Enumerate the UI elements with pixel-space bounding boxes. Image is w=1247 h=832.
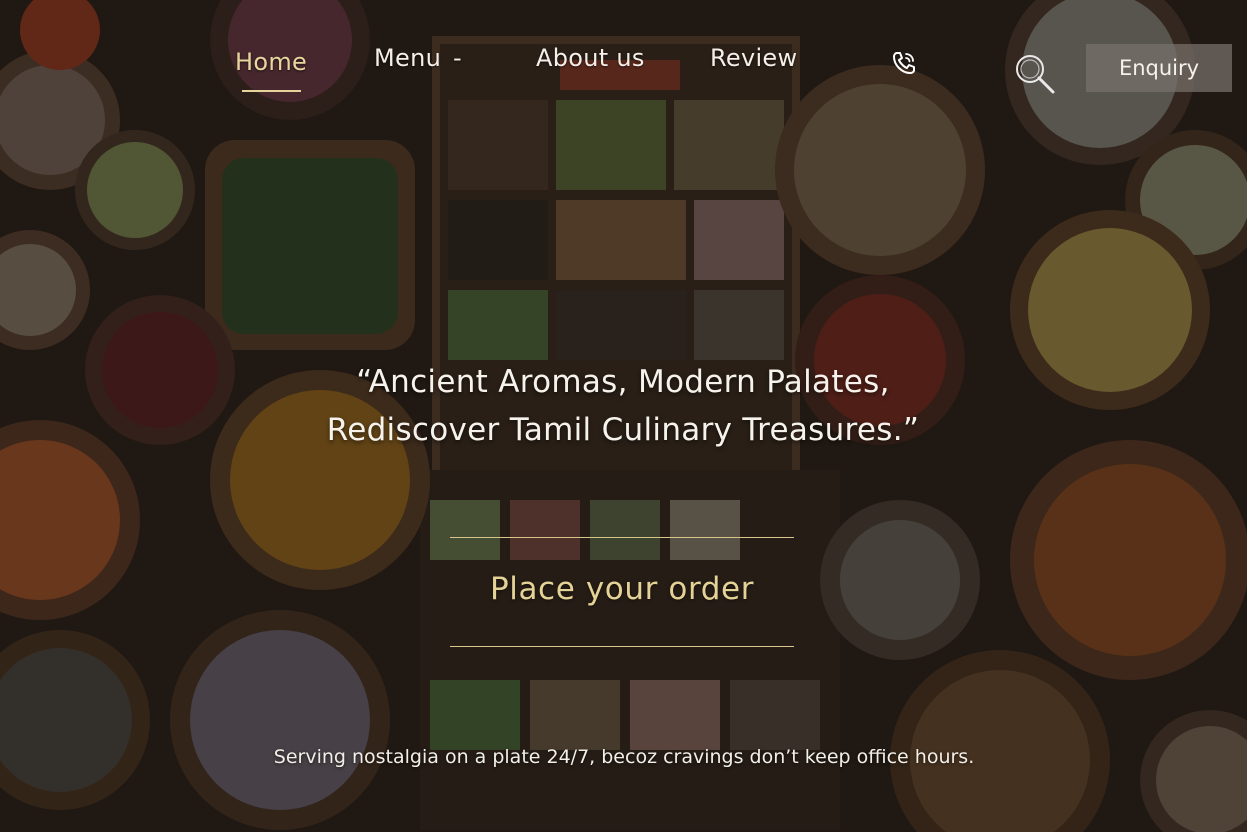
nav-item-review[interactable]: Review <box>710 44 797 72</box>
enquiry-button[interactable]: Enquiry <box>1086 44 1232 92</box>
menu-dropdown-indicator[interactable]: - <box>453 44 462 72</box>
serving-tagline: Serving nostalgia on a plate 24/7, becoz… <box>273 746 975 768</box>
active-nav-underline <box>242 90 301 92</box>
nav-item-home[interactable]: Home <box>235 48 307 76</box>
tagline-line-2: Rediscover Tamil Culinary Treasures.” <box>326 412 920 448</box>
order-divider-bottom <box>450 646 794 647</box>
phone-icon[interactable] <box>891 50 917 76</box>
hero-section: Home Menu - About us Review Enquiry “Anc… <box>0 0 1247 832</box>
nav-item-menu[interactable]: Menu <box>374 44 441 72</box>
order-divider-top <box>450 537 794 538</box>
tagline-line-1: “Ancient Aromas, Modern Palates, <box>356 364 890 400</box>
hero-tagline: “Ancient Aromas, Modern Palates, Redisco… <box>173 358 1073 454</box>
nav-item-about-us[interactable]: About us <box>536 44 645 72</box>
place-order-button[interactable]: Place your order <box>450 560 794 618</box>
search-icon[interactable] <box>1013 52 1057 96</box>
